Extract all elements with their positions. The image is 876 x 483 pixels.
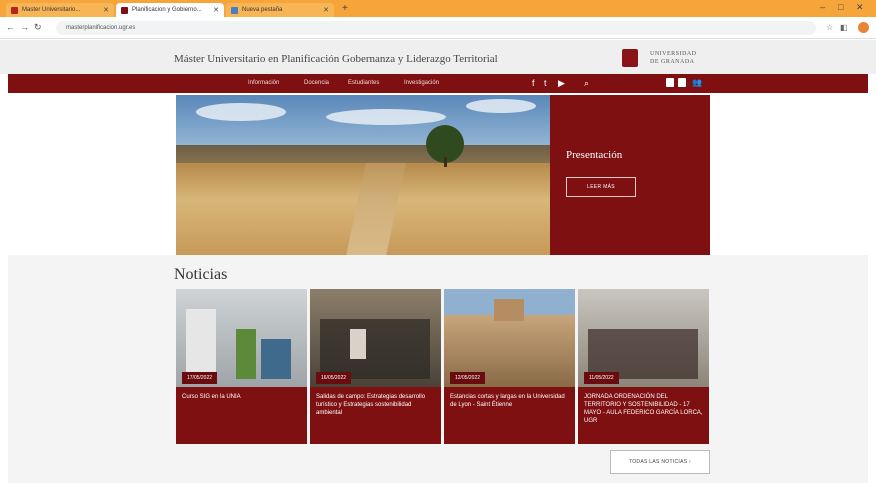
nav-item-investigacion[interactable]: Investigación bbox=[404, 80, 439, 87]
new-tab-button[interactable]: + bbox=[342, 3, 348, 14]
hero-image bbox=[176, 95, 550, 255]
hero-tree-trunk bbox=[444, 157, 447, 167]
news-card-2[interactable]: 16/05/2022 Salidas de campo: Estrategias… bbox=[310, 289, 441, 444]
close-tab-icon[interactable]: ✕ bbox=[319, 6, 329, 14]
twitter-icon[interactable]: t bbox=[544, 78, 547, 88]
browser-tab-3[interactable]: Nueva pestaña ✕ bbox=[226, 3, 334, 17]
site-title[interactable]: Máster Universitario en Planificación Go… bbox=[174, 53, 498, 65]
news-date: 12/05/2022 bbox=[450, 372, 486, 384]
youtube-icon[interactable]: ▶ bbox=[558, 78, 565, 88]
address-bar-row: ← → ↻ masterplanificacion.ugr.es ☆ ◧ bbox=[0, 17, 876, 39]
news-title[interactable]: JORNADA ORDENACIÓN DEL TERRITORIO Y SOST… bbox=[584, 393, 704, 425]
tab-favicon-icon bbox=[121, 6, 128, 14]
news-date: 16/05/2022 bbox=[316, 372, 352, 384]
close-window-icon[interactable]: ✕ bbox=[856, 2, 864, 13]
reload-icon[interactable]: ↻ bbox=[34, 22, 42, 33]
news-title[interactable]: Salidas de campo: Estrategias desarrollo… bbox=[316, 393, 436, 417]
nav-item-docencia[interactable]: Docencia bbox=[304, 80, 329, 87]
tab-favicon-icon bbox=[231, 6, 238, 14]
news-card-4[interactable]: 11/05/2022 JORNADA ORDENACIÓN DEL TERRIT… bbox=[578, 289, 709, 444]
bookmark-star-icon[interactable]: ☆ bbox=[826, 23, 833, 33]
main-navigation: Información Docencia Estudiantes Investi… bbox=[8, 74, 868, 93]
news-title[interactable]: Curso SIG en la UNIA bbox=[182, 393, 302, 401]
tab-favicon-icon bbox=[11, 6, 18, 14]
close-tab-icon[interactable]: ✕ bbox=[209, 6, 219, 14]
news-date: 11/05/2022 bbox=[584, 372, 619, 384]
minimize-icon[interactable]: – bbox=[820, 2, 825, 12]
presentation-title: Presentación bbox=[566, 149, 623, 161]
news-card-1[interactable]: 17/05/2022 Curso SIG en la UNIA bbox=[176, 289, 307, 444]
close-tab-icon[interactable]: ✕ bbox=[99, 6, 109, 14]
university-line-1: UNIVERSIDAD bbox=[650, 51, 697, 57]
site-header: Máster Universitario en Planificación Go… bbox=[0, 40, 876, 74]
news-title[interactable]: Estancias cortas y largas en la Universi… bbox=[450, 393, 570, 409]
tab-title: Master Universitario... bbox=[22, 7, 81, 13]
forward-icon[interactable]: → bbox=[20, 22, 29, 33]
nav-item-informacion[interactable]: Información bbox=[248, 80, 279, 87]
cloud-shape bbox=[196, 103, 286, 121]
extensions-icon[interactable]: ◧ bbox=[840, 23, 848, 33]
news-heading: Noticias bbox=[174, 266, 228, 283]
presentation-panel: Presentación LEER MÁS bbox=[550, 95, 710, 255]
university-crest-icon[interactable] bbox=[622, 49, 638, 67]
browser-tab-2[interactable]: Planificacion y Gobierno... ✕ bbox=[116, 3, 224, 17]
back-icon[interactable]: ← bbox=[6, 22, 15, 33]
university-logo-text[interactable]: UNIVERSIDAD DE GRANADA bbox=[650, 50, 697, 66]
search-icon[interactable]: ⌕ bbox=[584, 78, 589, 88]
all-news-button[interactable]: TODAS LAS NOTICIAS › bbox=[610, 450, 710, 474]
browser-tab-bar: Master Universitario... ✕ Planificacion … bbox=[0, 0, 876, 17]
news-date: 17/05/2022 bbox=[182, 372, 218, 384]
read-more-button[interactable]: LEER MÁS bbox=[566, 177, 636, 197]
cloud-shape bbox=[466, 99, 536, 113]
users-icon[interactable]: 👥 bbox=[692, 78, 702, 87]
profile-avatar[interactable] bbox=[858, 22, 869, 33]
tab-title: Planificacion y Gobierno... bbox=[132, 7, 202, 13]
nav-item-estudiantes[interactable]: Estudiantes bbox=[348, 80, 379, 87]
mail-icon[interactable] bbox=[666, 78, 674, 87]
facebook-icon[interactable]: f bbox=[532, 78, 535, 88]
browser-tab-1[interactable]: Master Universitario... ✕ bbox=[6, 3, 114, 17]
tab-title: Nueva pestaña bbox=[242, 7, 283, 13]
cloud-shape bbox=[326, 109, 446, 125]
maximize-icon[interactable]: □ bbox=[838, 2, 843, 12]
news-card-3[interactable]: 12/05/2022 Estancias cortas y largas en … bbox=[444, 289, 575, 444]
url-input[interactable]: masterplanificacion.ugr.es bbox=[56, 21, 816, 35]
university-line-2: DE GRANADA bbox=[650, 59, 695, 65]
calendar-icon[interactable] bbox=[678, 78, 686, 87]
